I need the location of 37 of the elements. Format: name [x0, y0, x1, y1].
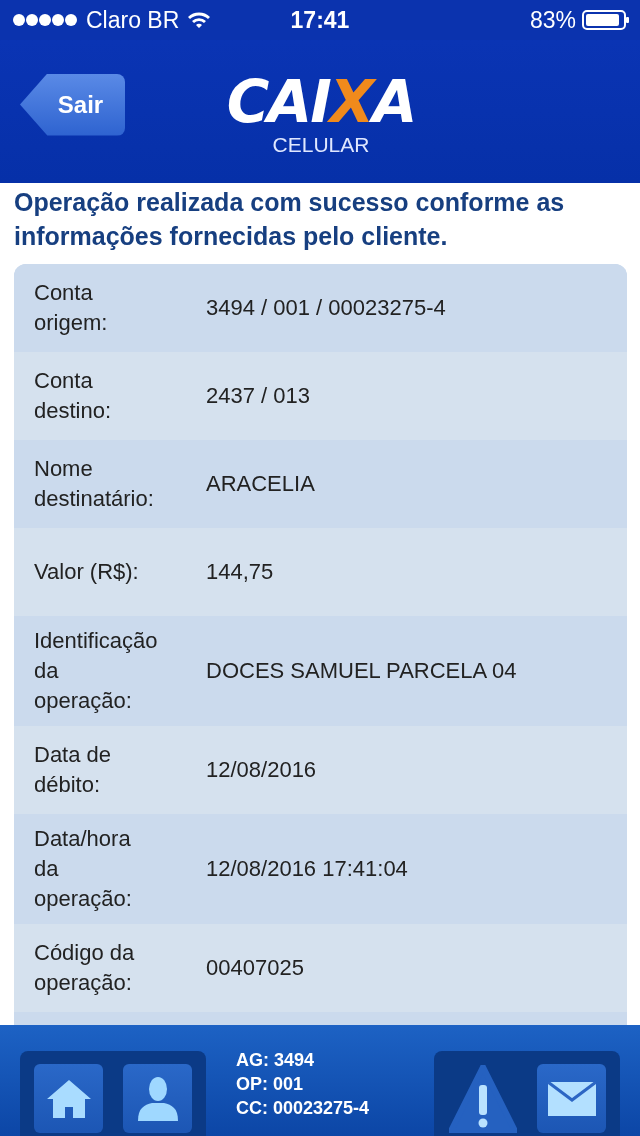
- signal-icon: [12, 13, 78, 27]
- person-icon: [136, 1075, 179, 1122]
- detail-label: Data/hora da operação:: [34, 825, 133, 913]
- carrier-name: Claro BR: [86, 6, 180, 34]
- account-info: AG: 3494: [236, 1048, 316, 1072]
- detail-label: Conta origem:: [34, 279, 109, 337]
- detail-value: DOCES SAMUEL PARCELA 04: [206, 657, 518, 685]
- detail-label: Data de débito:: [34, 741, 113, 799]
- detail-label: Nome destinatário:: [34, 455, 155, 513]
- logo-subtitle: CELULAR: [272, 134, 370, 156]
- alert-button[interactable]: [448, 1064, 517, 1133]
- detail-label: Conta destino:: [34, 367, 113, 425]
- back-button[interactable]: Sair: [20, 73, 125, 136]
- battery-icon: [582, 10, 630, 30]
- success-message: Operação realizada com sucesso conforme as informações fornecidas pelo cliente.: [14, 187, 566, 252]
- detail-label: Identificação da operação:: [34, 627, 159, 715]
- account-info: OP: 001: [236, 1072, 305, 1096]
- detail-value: 00407025: [206, 954, 305, 982]
- logo: CAIXA: [226, 70, 416, 134]
- detail-value: ARACELIA: [206, 470, 316, 498]
- home-button[interactable]: [34, 1064, 103, 1133]
- clock-time: 17:41: [290, 6, 350, 34]
- wifi-icon: [187, 11, 212, 29]
- profile-button[interactable]: [123, 1064, 192, 1133]
- warning-icon: [448, 1064, 517, 1133]
- detail-value: 12/08/2016: [206, 756, 318, 784]
- mail-button[interactable]: [537, 1064, 606, 1133]
- home-icon: [45, 1078, 92, 1119]
- battery-percent: 83%: [529, 6, 576, 34]
- account-info: CC: 00023275-4: [236, 1096, 370, 1120]
- detail-value: 3494 / 001 / 00023275-4: [206, 294, 447, 322]
- envelope-icon: [547, 1081, 596, 1116]
- detail-value: 12/08/2016 17:41:04: [206, 855, 409, 883]
- detail-value: 2437 / 013: [206, 382, 311, 410]
- detail-label: Código da operação:: [34, 939, 136, 997]
- detail-label: Valor (R$):: [34, 558, 140, 586]
- detail-value: 144,75: [206, 558, 275, 586]
